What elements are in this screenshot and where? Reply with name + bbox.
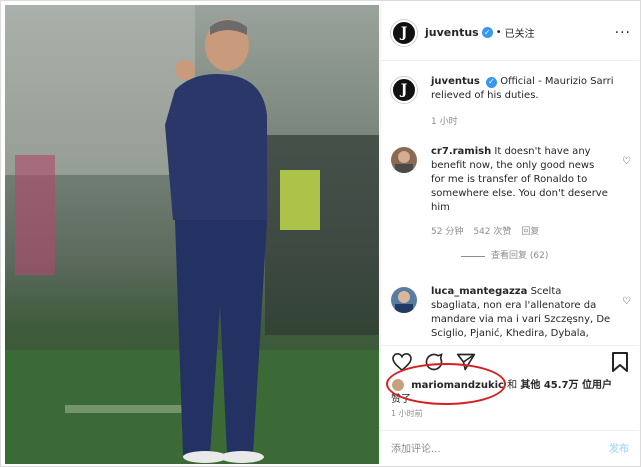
caption-time: 1 小时 <box>431 117 458 127</box>
caption-avatar[interactable]: J <box>391 77 417 103</box>
more-options-icon[interactable]: ··· <box>615 25 631 41</box>
coach-photo-image <box>5 5 379 464</box>
likes-and: 和 <box>507 380 518 391</box>
post-caption: J juventus ✓ Official - Maurizio Sarri r… <box>391 75 631 129</box>
add-comment-input[interactable]: 添加评论... <box>391 440 609 455</box>
post-comment-button[interactable]: 发布 <box>609 440 629 455</box>
view-replies[interactable]: 查看回复 (62) <box>461 249 631 263</box>
comment-likes[interactable]: 542 次赞 <box>473 225 511 239</box>
add-comment-bar: 添加评论... 发布 <box>381 430 639 464</box>
comment-like-heart-icon[interactable]: ♡ <box>622 155 631 169</box>
post-header: J juventus ✓ • 已关注 ··· <box>381 5 639 61</box>
verified-badge-icon: ✓ <box>481 27 493 38</box>
post-photo[interactable] <box>5 5 379 464</box>
comment-like-heart-icon[interactable]: ♡ <box>622 295 631 309</box>
red-annotation-circle <box>386 363 506 405</box>
reply-button[interactable]: 回复 <box>521 225 539 239</box>
following-button[interactable]: 已关注 <box>505 25 535 40</box>
commenter-avatar[interactable] <box>391 147 417 173</box>
comment-item: cr7.ramish It doesn't have any benefit n… <box>391 145 631 263</box>
commenter-avatar[interactable] <box>391 287 417 313</box>
replies-divider <box>461 255 485 257</box>
comment-username[interactable]: cr7.ramish <box>431 146 491 157</box>
header-separator: • <box>495 27 502 38</box>
header-username[interactable]: juventus <box>425 26 479 39</box>
save-bookmark-icon[interactable] <box>609 351 631 373</box>
likes-others[interactable]: 其他 45.7万 位用户 <box>520 380 612 391</box>
view-replies-label[interactable]: 查看回复 (62) <box>491 249 548 263</box>
comment-item: luca_mantegazza Scelta sbagliata, non er… <box>391 285 631 343</box>
post-time: 1 小时前 <box>391 409 423 418</box>
caption-username[interactable]: juventus <box>431 76 480 87</box>
comment-time: 52 分钟 <box>431 227 464 237</box>
comment-meta: 52 分钟 542 次赞 回复 <box>431 225 631 239</box>
comment-username[interactable]: luca_mantegazza <box>431 286 527 297</box>
post-frame: J juventus ✓ • 已关注 ··· J juventus ✓ Offi… <box>0 0 641 467</box>
juventus-avatar[interactable]: J <box>391 19 417 46</box>
verified-badge-icon: ✓ <box>486 76 498 88</box>
